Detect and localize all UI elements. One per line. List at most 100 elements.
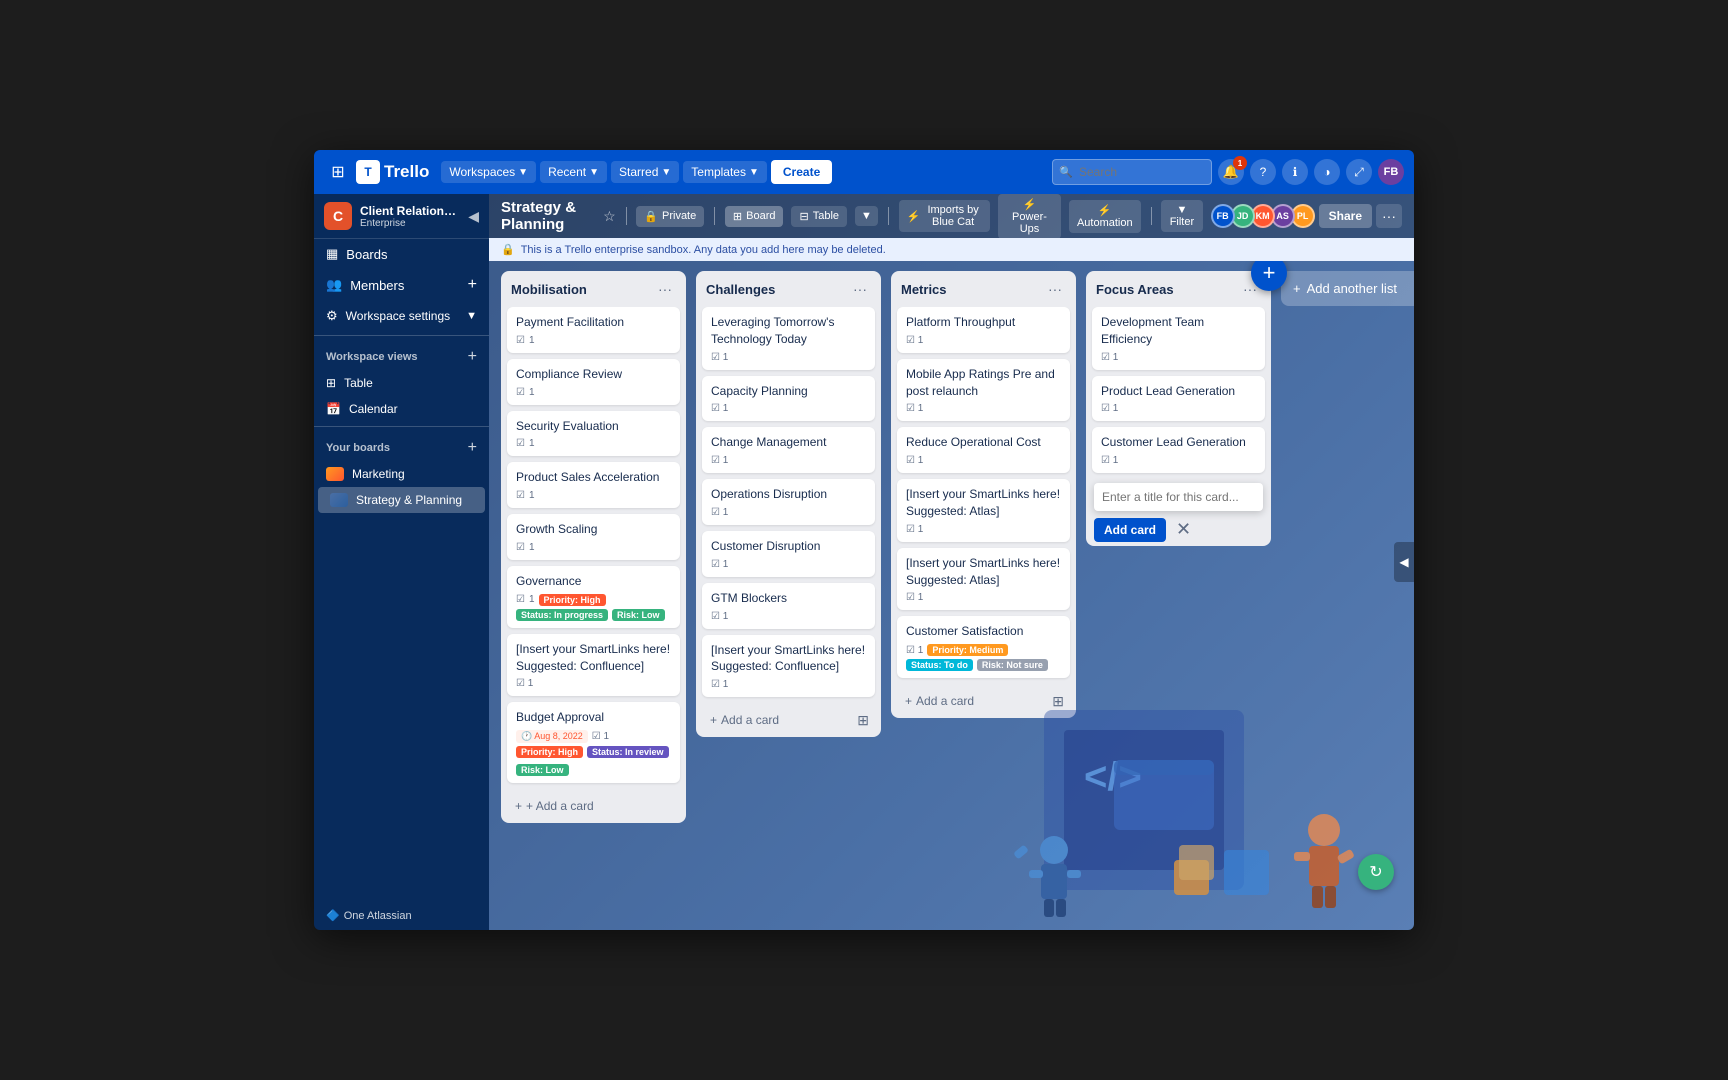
checklist-icon: ☑: [516, 490, 525, 501]
card-title: Compliance Review: [516, 366, 671, 383]
add-card-button[interactable]: + Add a card: [899, 690, 980, 712]
card[interactable]: Mobile App Ratings Pre and post relaunch…: [897, 359, 1070, 422]
date-badge: 🕐 Aug 8, 2022: [516, 730, 588, 743]
workspace-name: Client Relationships: [360, 204, 460, 218]
board-view-button[interactable]: ⊞ Board: [725, 206, 784, 227]
external-button[interactable]: ⤢: [1346, 159, 1372, 185]
card[interactable]: Product Lead Generation ☑ 1: [1092, 376, 1265, 422]
board-star-icon[interactable]: ☆: [603, 208, 616, 225]
table-view-button[interactable]: ⊟ Table: [791, 206, 847, 227]
avatar-1[interactable]: FB: [1211, 204, 1235, 228]
board-title: Strategy & Planning: [501, 199, 595, 233]
more-views-button[interactable]: ▼: [855, 206, 878, 226]
settings-icon: ⚙: [326, 308, 338, 324]
card[interactable]: Development Team Efficiency ☑ 1: [1092, 307, 1265, 370]
sidebar-item-calendar[interactable]: 📅 Calendar: [314, 396, 489, 422]
card[interactable]: [Insert your SmartLinks here! Suggested:…: [897, 479, 1070, 542]
workspace-views-section: Workspace views +: [314, 340, 489, 370]
templates-button[interactable]: Templates ▼: [683, 161, 767, 183]
grid-icon[interactable]: ⊞: [324, 158, 352, 186]
add-card-button[interactable]: + Add a card: [704, 709, 785, 731]
imports-button[interactable]: ⚡ Imports by Blue Cat: [899, 200, 990, 232]
add-card-cancel-button[interactable]: ✕: [1172, 517, 1195, 542]
board-more-button[interactable]: ···: [1376, 204, 1402, 228]
card[interactable]: Governance ☑ 1 Priority: High Status: In…: [507, 566, 680, 628]
add-card-button[interactable]: + + Add a card: [509, 795, 678, 817]
list-title: Focus Areas: [1096, 282, 1174, 297]
card[interactable]: Customer Disruption ☑ 1: [702, 531, 875, 577]
side-collapse-button[interactable]: ◀: [1394, 542, 1414, 582]
sidebar-collapse-button[interactable]: ◀: [468, 208, 479, 225]
checklist-count: 1: [529, 387, 535, 398]
card[interactable]: Customer Satisfaction ☑ 1 Priority: Medi…: [897, 616, 1070, 678]
card[interactable]: Security Evaluation ☑ 1: [507, 411, 680, 457]
refresh-icon[interactable]: ↻: [1358, 854, 1394, 890]
settings-chevron[interactable]: ▼: [466, 310, 477, 322]
card[interactable]: Customer Lead Generation ☑ 1: [1092, 427, 1265, 473]
sidebar-item-members[interactable]: 👥 Members +: [314, 269, 489, 301]
help-button[interactable]: ?: [1250, 159, 1276, 185]
add-view-icon[interactable]: +: [468, 348, 477, 366]
sidebar-item-table[interactable]: ⊞ Table: [314, 370, 489, 396]
add-board-icon[interactable]: +: [468, 439, 477, 457]
search-input[interactable]: [1052, 159, 1212, 185]
boards-icon: ▦: [326, 246, 338, 262]
list-header: Challenges ···: [696, 271, 881, 307]
notification-wrapper: 🔔 1: [1218, 159, 1244, 185]
card[interactable]: Platform Throughput ☑ 1: [897, 307, 1070, 353]
card[interactable]: Budget Approval 🕐 Aug 8, 2022 ☑ 1 Priori…: [507, 702, 680, 783]
contrast-button[interactable]: ◑: [1314, 159, 1340, 185]
add-card-submit-button[interactable]: Add card: [1094, 518, 1166, 542]
card[interactable]: [Insert your SmartLinks here! Suggested:…: [702, 635, 875, 698]
automation-button[interactable]: ⚡ Automation: [1069, 200, 1141, 233]
card-title: Security Evaluation: [516, 418, 671, 435]
add-card-form: Add card ✕: [1092, 479, 1265, 546]
card[interactable]: Compliance Review ☑ 1: [507, 359, 680, 405]
sidebar-item-settings[interactable]: ⚙ Workspace settings ▼: [314, 301, 489, 331]
share-button[interactable]: Share: [1319, 204, 1372, 228]
checklist-icon: ☑: [516, 594, 525, 605]
workspace-header[interactable]: C Client Relationships Enterprise ◀: [314, 194, 489, 239]
power-ups-button[interactable]: ⚡ Power-Ups: [998, 194, 1061, 239]
create-from-template-button[interactable]: ⊞: [1048, 691, 1068, 712]
card[interactable]: Change Management ☑ 1: [702, 427, 875, 473]
workspaces-button[interactable]: Workspaces ▼: [441, 161, 536, 183]
card[interactable]: [Insert your SmartLinks here! Suggested:…: [507, 634, 680, 697]
list-metrics: Metrics ··· Platform Throughput ☑ 1 Mobi…: [891, 271, 1076, 718]
info-button[interactable]: ℹ: [1282, 159, 1308, 185]
card[interactable]: Growth Scaling ☑ 1: [507, 514, 680, 560]
list-header: Focus Areas ···: [1086, 271, 1271, 307]
recent-button[interactable]: Recent ▼: [540, 161, 607, 183]
add-member-icon[interactable]: +: [468, 276, 477, 294]
add-list-button[interactable]: + Add another list: [1281, 271, 1414, 306]
card[interactable]: Operations Disruption ☑ 1: [702, 479, 875, 525]
list-menu-button[interactable]: ···: [849, 279, 871, 299]
filter-button[interactable]: ▼ Filter: [1161, 200, 1202, 232]
starred-button[interactable]: Starred ▼: [611, 161, 679, 183]
card[interactable]: Product Sales Acceleration ☑ 1: [507, 462, 680, 508]
create-from-template-button[interactable]: ⊞: [853, 710, 873, 731]
card[interactable]: GTM Blockers ☑ 1: [702, 583, 875, 629]
list-title: Metrics: [901, 282, 947, 297]
list-header: Mobilisation ···: [501, 271, 686, 307]
sidebar-item-marketing[interactable]: Marketing: [314, 461, 489, 487]
trello-wordmark: Trello: [384, 162, 429, 182]
sidebar-item-boards[interactable]: ▦ Boards: [314, 239, 489, 269]
create-button[interactable]: Create: [771, 160, 832, 184]
card[interactable]: Payment Facilitation ☑ 1: [507, 307, 680, 353]
checklist-icon: ☑: [516, 335, 525, 346]
list-menu-button[interactable]: ···: [654, 279, 676, 299]
members-label: Members: [350, 278, 404, 293]
card[interactable]: Capacity Planning ☑ 1: [702, 376, 875, 422]
card[interactable]: [Insert your SmartLinks here! Suggested:…: [897, 548, 1070, 611]
settings-label: Workspace settings: [346, 309, 451, 323]
user-avatar[interactable]: FB: [1378, 159, 1404, 185]
workspace-icon: C: [324, 202, 352, 230]
card[interactable]: Leveraging Tomorrow's Technology Today ☑…: [702, 307, 875, 370]
list-menu-button[interactable]: ···: [1044, 279, 1066, 299]
sidebar-item-strategy[interactable]: Strategy & Planning: [318, 487, 485, 513]
add-card-input[interactable]: [1094, 483, 1263, 511]
marketing-board-color: [326, 467, 344, 481]
board-private-button[interactable]: 🔒 Private: [636, 206, 704, 227]
card[interactable]: Reduce Operational Cost ☑ 1: [897, 427, 1070, 473]
